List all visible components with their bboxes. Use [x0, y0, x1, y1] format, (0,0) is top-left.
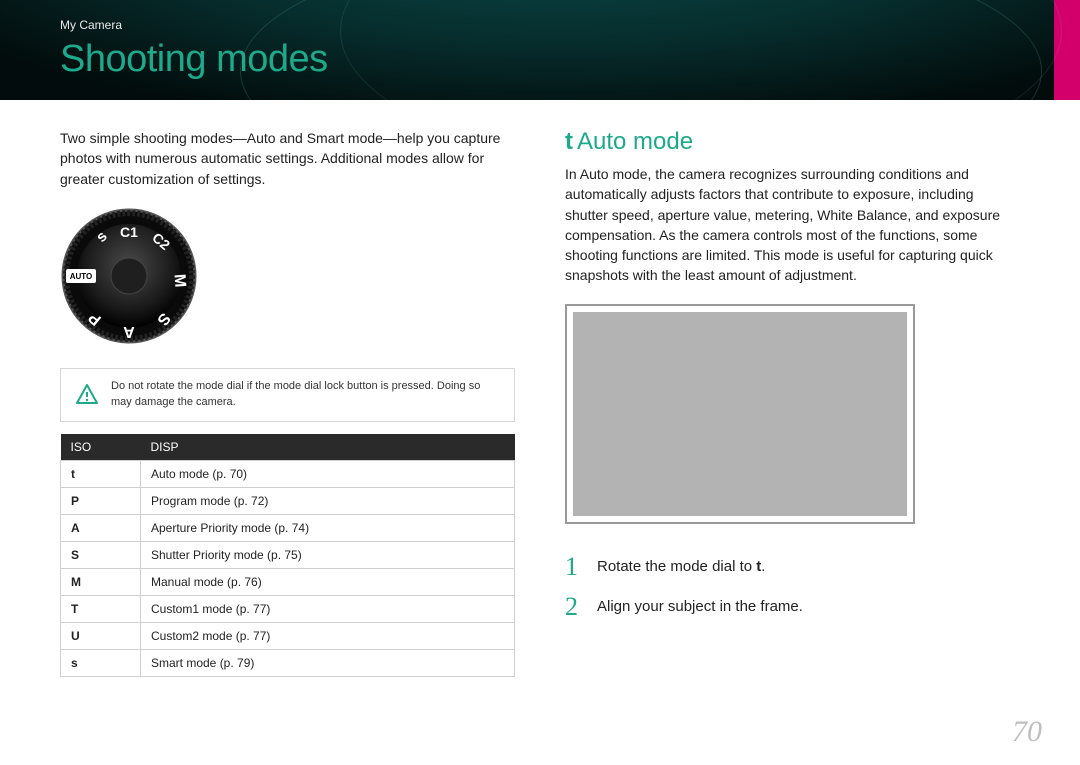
- left-column: Two simple shooting modes—Auto and Smart…: [60, 128, 515, 677]
- mode-icon-cell: M: [61, 568, 141, 595]
- step: 1 Rotate the mode dial to t.: [565, 554, 1020, 580]
- steps-list: 1 Rotate the mode dial to t. 2 Align your s…: [565, 554, 1020, 620]
- table-row: TCustom1 mode (p. 77): [61, 595, 515, 622]
- mode-icon-cell: S: [61, 541, 141, 568]
- right-column: tAuto mode In Auto mode, the camera reco…: [565, 128, 1020, 634]
- mode-dial-icon: AUTO s C1 C2 M S A P: [60, 207, 198, 345]
- mode-desc-cell: Program mode (p. 72): [141, 487, 515, 514]
- warning-text: Do not rotate the mode dial if the mode …: [111, 379, 500, 411]
- mode-icon-cell: A: [61, 514, 141, 541]
- page-number: 70: [1012, 715, 1042, 749]
- section-heading: tAuto mode: [565, 128, 1020, 156]
- warning-box: Do not rotate the mode dial if the mode …: [60, 368, 515, 422]
- mode-desc-cell: Smart mode (p. 79): [141, 649, 515, 676]
- table-row: AAperture Priority mode (p. 74): [61, 514, 515, 541]
- intro-text: Two simple shooting modes—Auto and Smart…: [60, 128, 515, 189]
- mode-icon-cell: s: [61, 649, 141, 676]
- preview-frame: [565, 304, 915, 524]
- mode-dial-figure: AUTO s C1 C2 M S A P: [60, 207, 515, 350]
- svg-text:A: A: [123, 323, 135, 340]
- heading-text: Auto mode: [577, 128, 693, 155]
- mode-desc-cell: Shutter Priority mode (p. 75): [141, 541, 515, 568]
- mode-desc-cell: Aperture Priority mode (p. 74): [141, 514, 515, 541]
- mode-desc-cell: Custom1 mode (p. 77): [141, 595, 515, 622]
- table-head-left: ISO: [61, 434, 141, 461]
- mode-table: ISO DISP tAuto mode (p. 70)PProgram mode…: [60, 434, 515, 677]
- mode-desc-cell: Manual mode (p. 76): [141, 568, 515, 595]
- table-row: UCustom2 mode (p. 77): [61, 622, 515, 649]
- step-number: 2: [565, 594, 583, 620]
- warning-icon: [75, 383, 99, 407]
- section-body: In Auto mode, the camera recognizes surr…: [565, 164, 1020, 286]
- mode-icon-cell: t: [61, 460, 141, 487]
- mode-desc-cell: Custom2 mode (p. 77): [141, 622, 515, 649]
- table-row: PProgram mode (p. 72): [61, 487, 515, 514]
- step-text: Rotate the mode dial to t.: [597, 558, 765, 575]
- svg-text:AUTO: AUTO: [70, 272, 93, 281]
- step: 2 Align your subject in the frame.: [565, 594, 1020, 620]
- svg-text:C1: C1: [120, 224, 138, 240]
- step-number: 1: [565, 554, 583, 580]
- breadcrumb: My Camera: [60, 18, 122, 32]
- mode-icon-cell: U: [61, 622, 141, 649]
- step-text: Align your subject in the frame.: [597, 598, 803, 615]
- section-tab: [1054, 0, 1080, 100]
- svg-text:M: M: [171, 273, 189, 287]
- table-row: SShutter Priority mode (p. 75): [61, 541, 515, 568]
- preview-placeholder: [573, 312, 907, 516]
- mode-icon-cell: T: [61, 595, 141, 622]
- mode-icon-cell: P: [61, 487, 141, 514]
- page-title: Shooting modes: [60, 38, 328, 81]
- table-row: MManual mode (p. 76): [61, 568, 515, 595]
- mode-desc-cell: Auto mode (p. 70): [141, 460, 515, 487]
- table-row: sSmart mode (p. 79): [61, 649, 515, 676]
- table-row: tAuto mode (p. 70): [61, 460, 515, 487]
- heading-prefix: t: [565, 128, 573, 155]
- table-head-right: DISP: [141, 434, 515, 461]
